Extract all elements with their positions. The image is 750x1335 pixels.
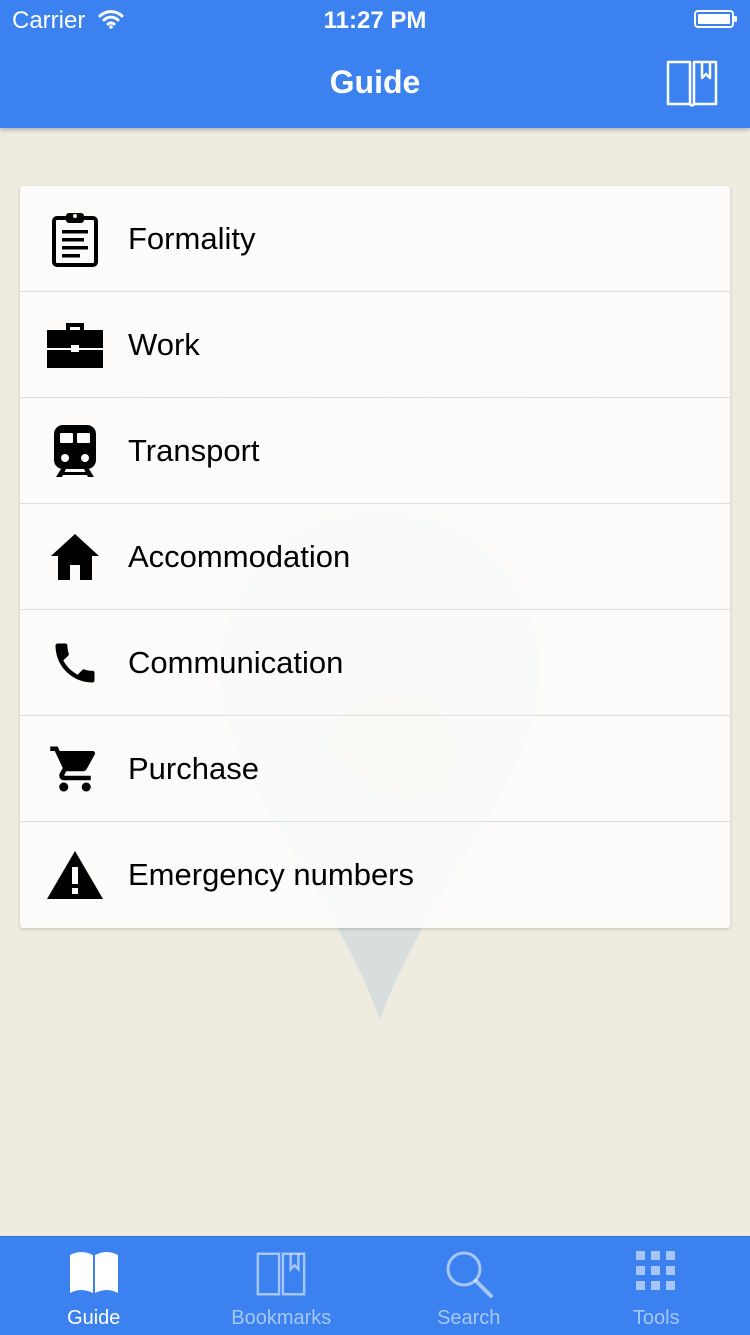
guide-menu: Formality Work Transport <box>20 186 730 928</box>
bookmark-book-icon <box>254 1249 308 1299</box>
status-time: 11:27 PM <box>0 7 750 35</box>
tab-guide[interactable]: Guide <box>0 1237 188 1335</box>
briefcase-icon <box>45 315 105 375</box>
train-icon <box>45 421 105 481</box>
tab-label: Guide <box>0 1307 188 1330</box>
tab-label: Bookmarks <box>188 1307 376 1330</box>
tab-label: Search <box>375 1307 563 1330</box>
page-title: Guide <box>0 64 750 101</box>
menu-item-accommodation[interactable]: Accommodation <box>20 504 730 610</box>
menu-item-transport[interactable]: Transport <box>20 398 730 504</box>
tab-bookmarks[interactable]: Bookmarks <box>188 1237 376 1335</box>
battery-icon <box>694 10 738 28</box>
tab-label: Tools <box>563 1307 750 1330</box>
warning-icon <box>45 845 105 905</box>
menu-item-label: Transport <box>128 433 260 469</box>
menu-item-purchase[interactable]: Purchase <box>20 716 730 822</box>
navigation-bar: Carrier 11:27 PM Guide <box>0 0 750 128</box>
cart-icon <box>45 739 105 799</box>
clipboard-icon <box>45 209 105 269</box>
menu-item-label: Purchase <box>128 751 259 787</box>
tab-search[interactable]: Search <box>375 1237 563 1335</box>
search-icon <box>443 1249 495 1299</box>
menu-item-work[interactable]: Work <box>20 292 730 398</box>
open-book-icon <box>68 1249 120 1295</box>
tab-tools[interactable]: Tools <box>563 1237 750 1335</box>
menu-item-label: Emergency numbers <box>128 857 414 893</box>
status-bar: Carrier 11:27 PM <box>0 0 750 40</box>
menu-item-communication[interactable]: Communication <box>20 610 730 716</box>
menu-item-label: Communication <box>128 645 343 681</box>
book-bookmark-icon <box>664 58 720 108</box>
home-icon <box>45 527 105 587</box>
grid-icon <box>634 1249 678 1293</box>
menu-item-label: Formality <box>128 221 255 257</box>
menu-item-label: Accommodation <box>128 539 350 575</box>
menu-item-emergency-numbers[interactable]: Emergency numbers <box>20 822 730 928</box>
menu-item-formality[interactable]: Formality <box>20 186 730 292</box>
tab-bar: Guide Bookmarks Search Tools <box>0 1236 750 1335</box>
phone-icon <box>45 633 105 693</box>
menu-item-label: Work <box>128 327 200 363</box>
bookmarks-button[interactable] <box>664 58 720 108</box>
